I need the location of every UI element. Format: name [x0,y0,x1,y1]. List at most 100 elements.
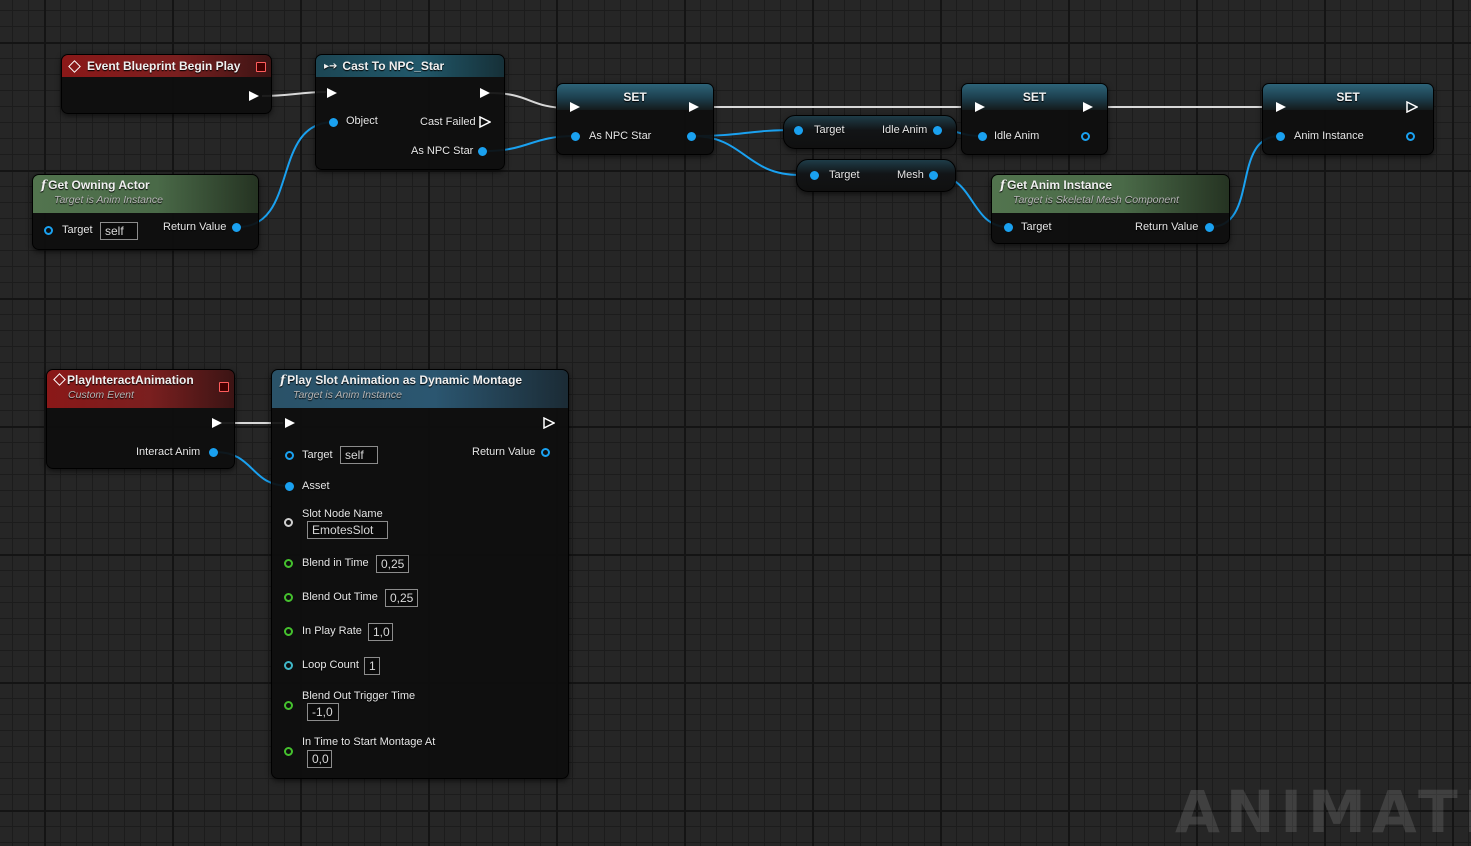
node-title: SET [1022,90,1047,104]
target-pin[interactable] [44,226,53,235]
node-title: PlayInteractAnimation [67,373,194,387]
idle-anim-label: Idle Anim [882,124,928,136]
get-owning-actor-node[interactable]: f Get Owning Actor Target is Anim Instanc… [32,174,259,250]
get-idle-anim-node[interactable] [783,115,957,149]
graph-type-watermark: ANIMATIC [1175,778,1471,846]
target-pin[interactable] [810,171,819,180]
return-value-label: Return Value [163,221,227,233]
get-anim-instance-node[interactable]: f Get Anim Instance Target is Skeletal Me… [991,174,1230,244]
cast-failed-label: Cast Failed [420,116,476,128]
node-subtitle: Target is Anim Instance [293,389,402,401]
start-montage-time-label: In Time to Start Montage At [302,736,436,748]
slot-node-name-pin[interactable] [284,518,293,527]
exec-in-pin[interactable] [974,101,986,113]
blend-in-time-pin[interactable] [284,559,293,568]
loop-count-label: Loop Count [302,659,359,671]
node-header: PlayInteractAnimation Custom Event [47,370,234,408]
cast-to-npc-star-node[interactable]: ▸➔ Cast To NPC_Star [315,54,505,170]
asset-label: Asset [302,480,330,492]
set-npc-star-node[interactable]: SET [556,83,714,155]
blend-out-trigger-time-pin[interactable] [284,701,293,710]
start-montage-time-pin[interactable] [284,747,293,756]
event-icon [68,59,81,73]
as-npc-star-in-pin[interactable] [571,132,580,141]
exec-out-pin[interactable] [543,417,555,429]
function-icon: f [280,373,286,387]
idle-anim-pin[interactable] [933,126,942,135]
exec-in-pin[interactable] [569,101,581,113]
function-icon: f [41,178,47,192]
return-value-pin[interactable] [1205,223,1214,232]
in-play-rate-field[interactable]: 1,0 [368,623,393,641]
object-pin[interactable] [329,118,338,127]
blend-out-time-pin[interactable] [284,593,293,602]
exec-in-pin[interactable] [326,87,338,99]
node-subtitle: Custom Event [68,389,134,401]
node-header: f Play Slot Animation as Dynamic Montage … [272,370,568,408]
node-header: f Get Owning Actor Target is Anim Instanc… [33,175,258,213]
asset-pin[interactable] [285,482,294,491]
exec-in-pin[interactable] [1275,101,1287,113]
idle-anim-in-pin[interactable] [978,132,987,141]
mesh-pin[interactable] [929,171,938,180]
return-value-label: Return Value [1135,221,1199,233]
target-label: Target [829,169,860,181]
event-begin-play-node[interactable]: Event Blueprint Begin Play [61,54,272,114]
exec-out-pin[interactable] [1082,101,1094,113]
node-title: Get Anim Instance [1007,178,1113,192]
blend-in-time-label: Blend in Time [302,557,369,569]
exec-out-pin[interactable] [211,417,223,429]
set-idle-anim-node[interactable]: SET [961,83,1108,155]
cast-failed-exec-pin[interactable] [479,116,491,128]
blend-out-time-field[interactable]: 0,25 [385,589,418,607]
node-title: Play Slot Animation as Dynamic Montage [287,373,523,387]
target-pin[interactable] [794,126,803,135]
as-npc-star-label: As NPC Star [411,145,474,157]
node-header: Event Blueprint Begin Play [62,55,271,77]
slot-node-name-field[interactable]: EmotesSlot [307,521,388,539]
as-npc-star-label: As NPC Star [589,130,652,142]
exec-out-pin[interactable] [1406,101,1418,113]
loop-count-pin[interactable] [284,661,293,670]
object-label: Object [346,115,378,127]
target-pin[interactable] [285,451,294,460]
blend-out-trigger-time-field[interactable]: -1,0 [307,703,339,721]
event-icon [53,373,66,386]
as-npc-star-pin[interactable] [478,147,487,156]
idle-anim-out-pin[interactable] [1081,132,1090,141]
interact-anim-pin[interactable] [209,448,218,457]
target-field[interactable]: self [100,222,138,240]
set-anim-instance-node[interactable]: SET [1262,83,1434,155]
exec-in-pin[interactable] [284,417,296,429]
exec-out-pin[interactable] [248,90,260,102]
target-label: Target [1021,221,1052,233]
node-title: Get Owning Actor [48,178,150,192]
anim-instance-out-pin[interactable] [1406,132,1415,141]
node-title: Event Blueprint Begin Play [87,59,241,73]
return-value-pin[interactable] [232,223,241,232]
node-header: f Get Anim Instance Target is Skeletal Me… [992,175,1229,213]
in-play-rate-pin[interactable] [284,627,293,636]
anim-instance-label: Anim Instance [1294,130,1364,142]
node-title: SET [1336,90,1360,104]
target-field[interactable]: self [340,446,378,464]
as-npc-star-out-pin[interactable] [687,132,696,141]
blend-out-time-label: Blend Out Time [302,591,378,603]
return-value-pin[interactable] [541,448,550,457]
idle-anim-label: Idle Anim [994,130,1040,142]
exec-out-pin[interactable] [688,101,700,113]
node-header: ▸➔ Cast To NPC_Star [316,55,504,77]
target-label: Target [62,224,93,236]
anim-instance-in-pin[interactable] [1276,132,1285,141]
node-title: SET [623,90,647,104]
delegate-pin-icon[interactable] [219,382,229,392]
start-montage-time-field[interactable]: 0,0 [307,750,332,768]
loop-count-field[interactable]: 1 [364,657,380,675]
return-value-label: Return Value [472,446,536,458]
node-subtitle: Target is Skeletal Mesh Component [1013,194,1179,206]
exec-out-pin[interactable] [479,87,491,99]
blend-in-time-field[interactable]: 0,25 [376,555,409,573]
cast-icon: ▸➔ [324,60,338,72]
target-pin[interactable] [1004,223,1013,232]
delegate-pin-icon[interactable] [256,62,266,72]
